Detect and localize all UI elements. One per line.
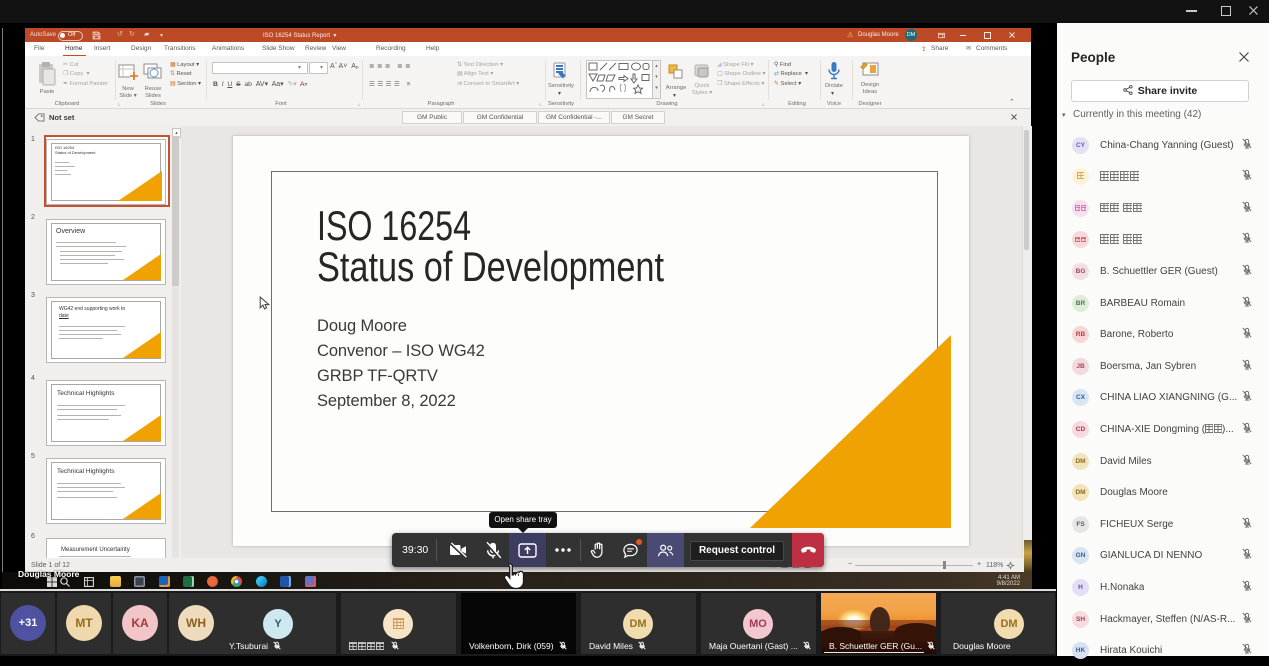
svg-text:Status of Development: Status of Development	[317, 243, 664, 290]
svg-text:ISO 16254: ISO 16254	[317, 202, 471, 249]
